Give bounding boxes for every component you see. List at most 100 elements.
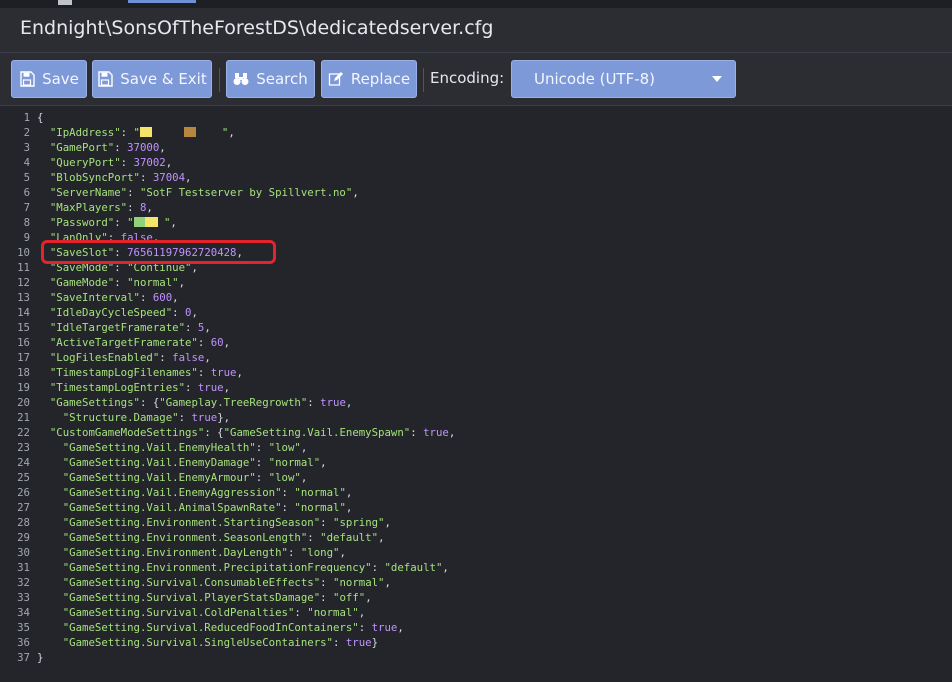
code-string: "QueryPort" [49,156,121,169]
line-number: 12 [17,276,30,289]
code-punctuation: , [378,531,385,544]
line-number: 34 [17,606,30,619]
code-line[interactable]: "GameSettings": {"Gameplay.TreeRegrowth"… [37,396,352,409]
code-punctuation: , [223,336,231,349]
code-string: "ActiveTargetFramerate" [49,336,198,349]
encoding-label: Encoding: [430,69,505,87]
code-line[interactable]: "GameSetting.Survival.SingleUseContainer… [37,636,378,649]
code-line[interactable]: "IdleDayCycleSpeed": 0, [37,306,198,319]
code-string: "low" [268,441,301,454]
code-punctuation: : [127,201,140,214]
code-line[interactable]: "ActiveTargetFramerate": 60, [37,336,230,349]
toolbar-separator [423,68,424,92]
window-title: Endnight\SonsOfTheForestDS\dedicatedserv… [20,17,494,39]
code-line[interactable]: "BlobSyncPort": 37004, [37,171,192,184]
save-button[interactable]: Save [11,60,87,98]
encoding-select[interactable]: Unicode (UTF-8) [511,60,736,98]
code-line[interactable]: "ServerName": "SotF Testserver by Spillv… [37,186,359,199]
code-line[interactable]: "TimestampLogFilenames": true, [37,366,243,379]
code-punctuation: , [191,306,198,319]
code-punctuation: : [255,456,269,469]
code-punctuation: : [139,171,153,184]
save-button-label: Save [42,70,79,88]
code-punctuation: : [320,576,334,589]
code-punctuation [37,186,50,199]
code-punctuation: } [37,651,44,664]
code-line[interactable]: "GameSetting.Survival.PlayerStatsDamage"… [37,591,372,604]
code-punctuation: { [37,111,44,124]
code-line[interactable]: "LogFilesEnabled": false, [37,351,211,364]
code-line[interactable]: "GameMode": "normal", [37,276,185,289]
code-punctuation [37,336,50,349]
code-punctuation: : [114,276,128,289]
line-number: 19 [17,381,30,394]
code-punctuation: : [114,141,128,154]
code-punctuation [37,351,50,364]
tab-indicator [58,0,72,5]
code-punctuation: , [185,171,192,184]
code-line[interactable]: "GameSetting.Survival.ReducedFoodInConta… [37,621,404,634]
code-punctuation: : { [204,426,224,439]
code-line[interactable]: "Password": " ", [37,216,177,229]
code-line[interactable]: "GameSetting.Vail.EnemyDamage": "normal"… [37,456,327,469]
code-punctuation: , [146,201,153,214]
code-line[interactable]: { [37,111,43,124]
search-button[interactable]: Search [226,60,315,98]
code-line[interactable]: } [37,651,43,664]
code-line[interactable]: "IpAddress": " ", [37,126,235,139]
code-punctuation: : [281,501,295,514]
search-button-label: Search [256,70,308,88]
line-number: 16 [17,336,30,349]
code-string: "GameSetting.Vail.EnemyHealth" [62,441,256,454]
code-line[interactable]: "MaxPlayers": 8, [37,201,153,214]
code-line[interactable]: "CustomGameModeSettings": {"GameSetting.… [37,426,455,439]
code-line[interactable]: "GameSetting.Vail.AnimalSpawnRate": "nor… [37,501,353,514]
code-punctuation [37,471,63,484]
code-punctuation [37,321,50,334]
code-line[interactable]: "TimestampLogEntries": true, [37,381,230,394]
line-number: 21 [17,411,30,424]
code-punctuation [37,486,63,499]
code-punctuation: : [120,156,134,169]
code-line[interactable]: "GameSetting.Survival.ConsumableEffects"… [37,576,391,589]
code-punctuation [37,456,63,469]
code-punctuation: : [255,441,269,454]
code-punctuation: , [339,546,346,559]
line-number-gutter: 1 2 3 4 5 6 7 8 9 10 11 12 13 14 15 16 17 18 19 20 21 22 23 24 2… [0,106,32,682]
code-punctuation [37,126,50,139]
code-punctuation [37,606,63,619]
code-punctuation [37,141,50,154]
code-line[interactable]: "GamePort": 37000, [37,141,166,154]
code-punctuation: , [165,156,173,169]
code-value: true [320,396,346,409]
code-punctuation: , [300,471,308,484]
line-number: 1 [23,111,30,124]
code-line[interactable]: "GameSetting.Environment.SeasonLength": … [37,531,385,544]
code-line[interactable]: "QueryPort": 37002, [37,156,172,169]
code-line[interactable]: "GameSetting.Vail.EnemyHealth": "low", [37,441,308,454]
code-string: "long" [300,546,340,559]
line-number: 23 [17,441,30,454]
replace-button[interactable]: Replace [321,60,417,98]
code-line[interactable]: "GameSetting.Environment.DayLength": "lo… [37,546,346,559]
line-number: 28 [17,516,30,529]
code-line[interactable]: "GameSetting.Survival.ColdPenalties": "n… [37,606,365,619]
code-editor[interactable]: 1 2 3 4 5 6 7 8 9 10 11 12 13 14 15 16 17 18 19 20 21 22 23 24 2… [0,106,952,682]
code-line[interactable]: "SaveInterval": 600, [37,291,179,304]
code-string: "default" [384,561,443,574]
code-line[interactable]: "GameSetting.Environment.PrecipitationFr… [37,561,449,574]
code-punctuation: , [442,561,449,574]
code-line[interactable]: "GameSetting.Environment.StartingSeason"… [37,516,391,529]
code-punctuation: : [287,546,301,559]
code-punctuation: : [159,351,173,364]
code-line[interactable]: "Structure.Damage": true}, [37,411,230,424]
code-punctuation: : [172,306,186,319]
code-value: 37004 [152,171,186,184]
code-line[interactable]: "IdleTargetFramerate": 5, [37,321,211,334]
code-line[interactable]: "GameSetting.Vail.EnemyArmour": "low", [37,471,308,484]
line-number: 36 [17,636,30,649]
code-line[interactable]: "GameSetting.Vail.EnemyAggression": "nor… [37,486,353,499]
code-string: "GameSetting.Vail.EnemyAggression" [62,486,282,499]
save-exit-button[interactable]: Save & Exit [92,60,212,98]
code-punctuation [37,576,63,589]
